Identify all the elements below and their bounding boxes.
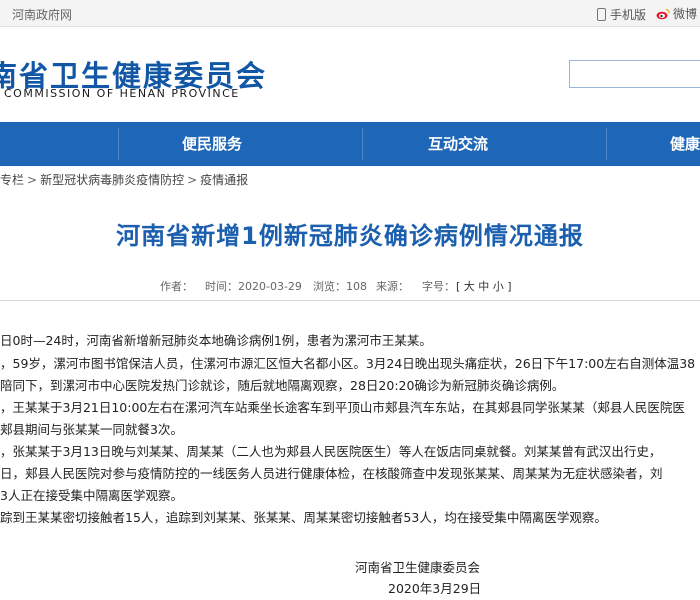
nav-divider xyxy=(118,128,119,160)
paragraph: ，59岁，漯河市图书馆保洁人员，住漯河市源汇区恒大名都小区。3月24日晚出现头痛… xyxy=(0,356,696,371)
article-title: 河南省新增1例新冠肺炎确诊病例情况通报 xyxy=(116,222,584,250)
paragraph: 陪同下，到漯河市中心医院发热门诊就诊，随后就地隔离观察，28日20:20确诊为新… xyxy=(0,378,565,393)
paragraph: 3人正在接受集中隔离医学观察。 xyxy=(0,488,183,503)
search-input[interactable] xyxy=(569,60,700,88)
meta-fontsize-label: 字号： xyxy=(422,280,455,293)
weibo-label: 微博 xyxy=(673,7,698,21)
weibo-icon xyxy=(656,8,670,20)
breadcrumb-item-report[interactable]: 疫情通报 xyxy=(200,173,248,187)
meta-source: 来源： xyxy=(376,280,409,293)
paragraph: 日0时—24时，河南省新增新冠肺炎本地确诊病例1例，患者为漯河市王某某。 xyxy=(0,333,432,348)
breadcrumb-separator: > xyxy=(187,173,198,187)
nav-item-services[interactable]: 便民服务 xyxy=(182,122,242,166)
nav-item-health[interactable]: 健康 xyxy=(670,122,700,166)
site-subtitle: COMMISSION OF HENAN PROVINCE xyxy=(4,87,240,100)
site-header: 南省卫生健康委员会 COMMISSION OF HENAN PROVINCE xyxy=(0,27,700,122)
meta-author: 作者： xyxy=(160,280,193,293)
top-utility-bar: 河南政府网 手机版 微博 xyxy=(0,0,700,27)
signature-date: 2020年3月29日 xyxy=(388,581,482,596)
font-size-switcher[interactable]: [ 大 中 小 ] xyxy=(456,278,512,294)
breadcrumb: 专栏 > 新型冠状病毒肺炎疫情防控 > 疫情通报 xyxy=(0,171,248,188)
signature-org: 河南省卫生健康委员会 xyxy=(355,560,481,575)
mobile-version-link[interactable]: 手机版 xyxy=(597,6,646,23)
breadcrumb-separator: > xyxy=(27,173,38,187)
meta-views: 浏览：108 xyxy=(313,280,367,293)
meta-divider xyxy=(0,300,700,301)
paragraph: ，王某某于3月21日10:00左右在漯河汽车站乘坐长途客车到平顶山市郏县汽车东站… xyxy=(0,400,685,415)
mobile-phone-icon xyxy=(597,8,606,21)
nav-divider xyxy=(606,128,607,160)
breadcrumb-item-column[interactable]: 专栏 xyxy=(0,173,24,187)
paragraph: 日，郏县人民医院对参与疫情防控的一线医务人员进行健康体检，在核酸筛查中发现张某某… xyxy=(0,466,663,481)
gov-portal-link[interactable]: 河南政府网 xyxy=(12,6,72,23)
nav-item-interaction[interactable]: 互动交流 xyxy=(428,122,488,166)
meta-time: 时间：2020-03-29 xyxy=(205,280,302,293)
mobile-version-label: 手机版 xyxy=(610,8,647,22)
nav-divider xyxy=(362,128,363,160)
paragraph: ，张某某于3月13日晚与刘某某、周某某（二人也为郏县人民医院医生）等人在饭店同桌… xyxy=(0,444,662,459)
breadcrumb-item-covid[interactable]: 新型冠状病毒肺炎疫情防控 xyxy=(40,173,184,187)
paragraph: 郏县期间与张某某一同就餐3次。 xyxy=(0,422,183,437)
weibo-link[interactable]: 微博 xyxy=(656,5,697,22)
paragraph: 踪到王某某密切接触者15人，追踪到刘某某、张某某、周某某密切接触者53人，均在接… xyxy=(0,510,607,525)
main-nav: 便民服务 互动交流 健康 xyxy=(0,122,700,166)
